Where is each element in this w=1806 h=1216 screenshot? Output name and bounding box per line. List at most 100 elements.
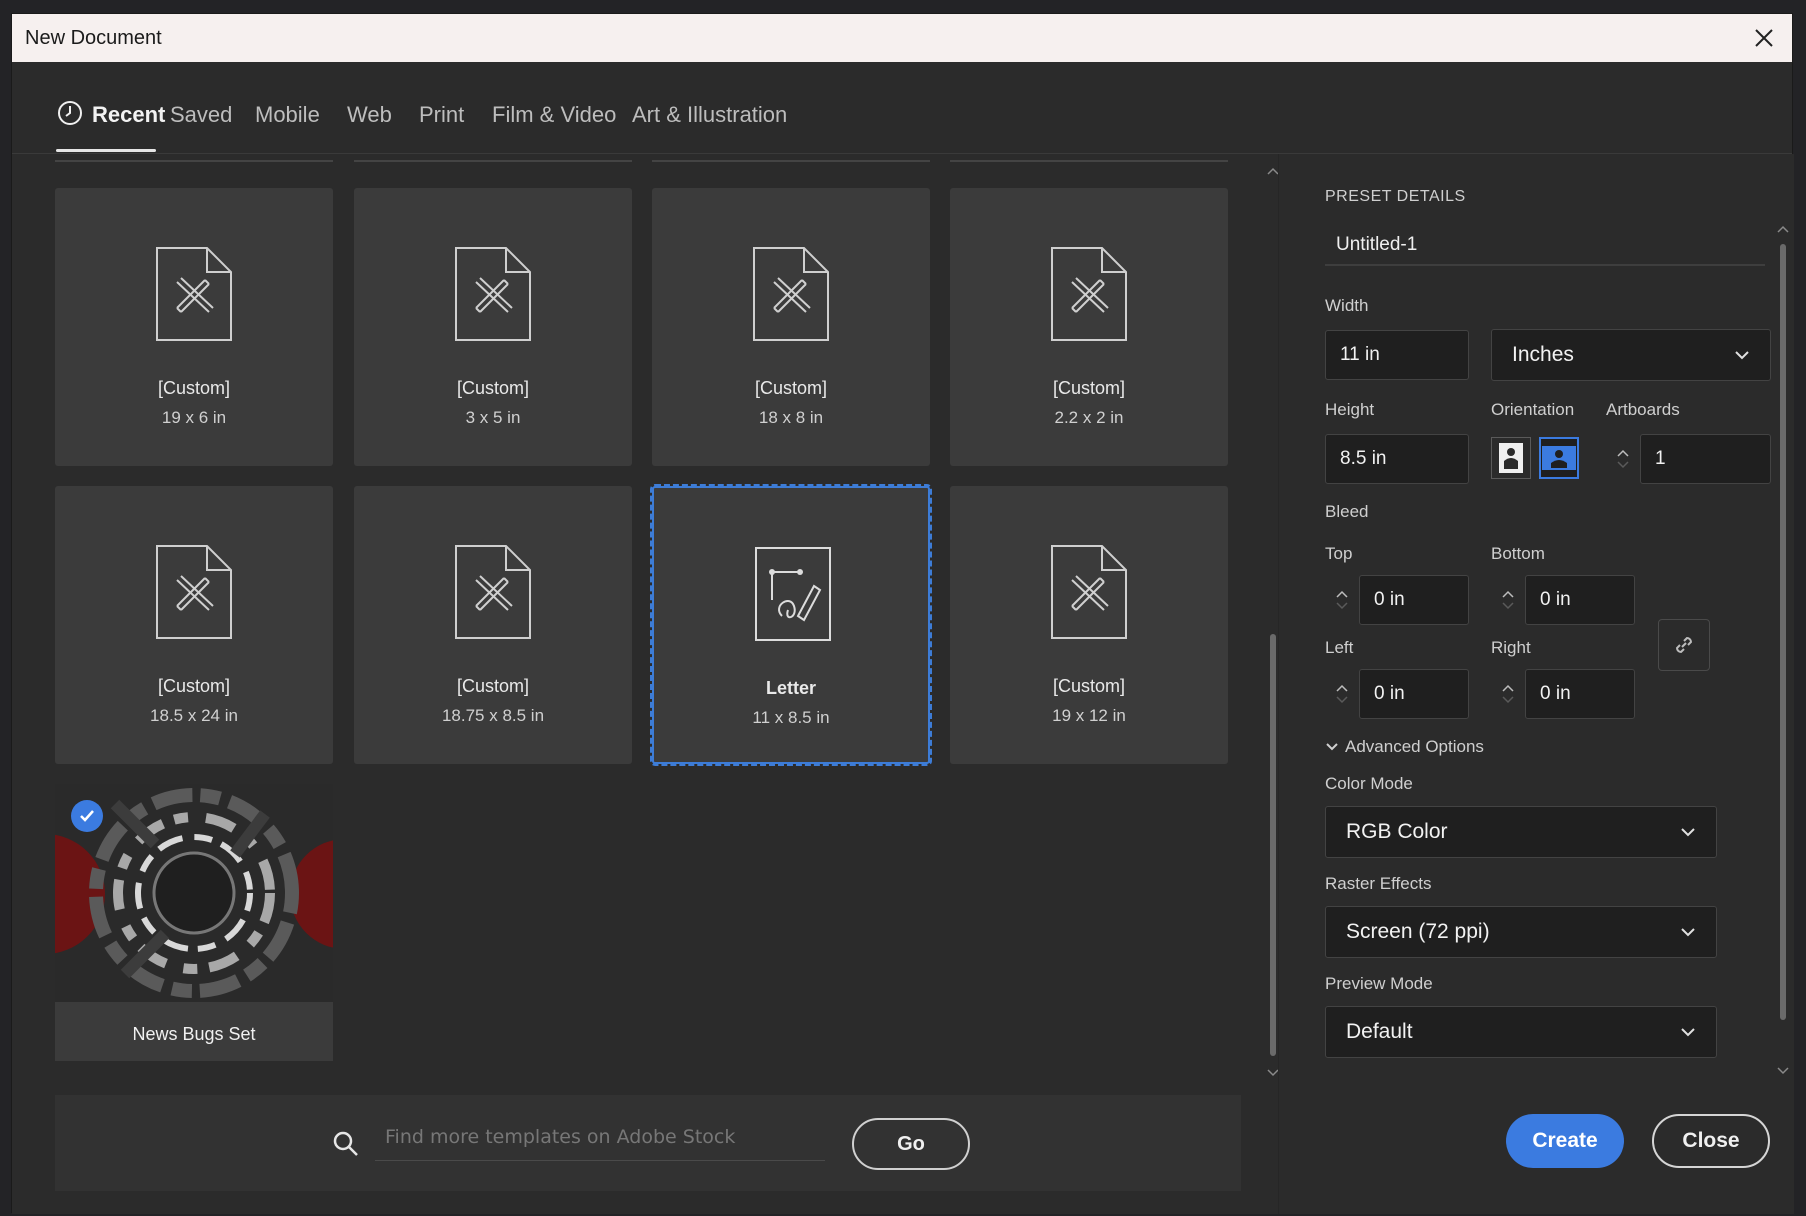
tab-print[interactable]: Print (419, 102, 464, 128)
preset-name: [Custom] (157, 676, 231, 696)
app-frame: New Document Recent Saved Mobile Web Pri… (0, 0, 1806, 1216)
bleed-top-stepper[interactable] (1325, 575, 1359, 625)
preview-mode-value: Default (1346, 1020, 1413, 1043)
bleed-label: Bleed (1325, 502, 1369, 521)
bleed-left-stepper[interactable] (1325, 669, 1359, 719)
units-value: Inches (1512, 343, 1574, 366)
bleed-left-field[interactable]: 0 in (1359, 669, 1469, 719)
title-bar: New Document (12, 14, 1792, 62)
bleed-bottom-field[interactable]: 0 in (1525, 575, 1635, 625)
chevron-down-icon (1502, 696, 1514, 704)
preset-gallery: [Custom] 19 x 6 in [Custom] 3 x 5 in [Cu… (12, 154, 1279, 1214)
chevron-up-icon (1617, 449, 1629, 457)
row-divider (950, 160, 1228, 162)
document-pen-icon (755, 547, 831, 641)
preset-card[interactable]: [Custom] 18 x 8 in (652, 188, 930, 466)
tab-recent[interactable]: Recent (92, 102, 165, 128)
chevron-down-icon (1681, 928, 1695, 937)
document-ruler-pencil-icon (1051, 545, 1127, 639)
stock-search-bar: Go (55, 1095, 1241, 1191)
close-window-icon[interactable] (1746, 20, 1782, 56)
preset-name: [Custom] (456, 378, 530, 398)
preset-card-letter[interactable]: Letter 11 x 8.5 in (650, 484, 932, 766)
raster-effects-value: Screen (72 ppi) (1346, 920, 1490, 943)
row-divider (55, 160, 333, 162)
portrait-orientation-button[interactable] (1491, 437, 1531, 479)
height-field[interactable]: 8.5 in (1325, 434, 1469, 484)
chevron-down-icon (1617, 461, 1629, 469)
link-bleed-icon[interactable] (1658, 619, 1710, 671)
document-ruler-pencil-icon (455, 545, 531, 639)
preset-size: 3 x 5 in (465, 408, 521, 427)
color-mode-value: RGB Color (1346, 820, 1448, 843)
chevron-down-icon (1326, 743, 1338, 751)
document-name-field[interactable]: Untitled-1 (1325, 220, 1765, 266)
preset-name: [Custom] (456, 676, 530, 696)
tab-saved[interactable]: Saved (170, 102, 232, 128)
bleed-top-label: Top (1325, 544, 1353, 563)
document-ruler-pencil-icon (156, 545, 232, 639)
preset-card[interactable]: [Custom] 18.5 x 24 in (55, 486, 333, 764)
orientation-label: Orientation (1491, 400, 1575, 419)
checkmark-icon (71, 800, 103, 832)
color-mode-select[interactable]: RGB Color (1325, 806, 1717, 858)
row-divider (652, 160, 930, 162)
tab-mobile[interactable]: Mobile (255, 102, 320, 128)
width-field[interactable]: 11 in (1325, 330, 1469, 380)
document-ruler-pencil-icon (1051, 247, 1127, 341)
preset-name: Letter (765, 678, 816, 698)
search-icon (332, 1130, 360, 1163)
landscape-orientation-button[interactable] (1539, 437, 1579, 479)
units-select[interactable]: Inches (1491, 329, 1771, 381)
bleed-bottom-stepper[interactable] (1491, 575, 1525, 625)
artboards-field[interactable]: 1 (1640, 434, 1771, 484)
preset-card[interactable]: [Custom] 19 x 12 in (950, 486, 1228, 764)
preset-name: [Custom] (1052, 378, 1126, 398)
document-ruler-pencil-icon (753, 247, 829, 341)
chevron-down-icon (1502, 602, 1514, 610)
bleed-right-field[interactable]: 0 in (1525, 669, 1635, 719)
landscape-icon (1542, 446, 1576, 470)
preview-mode-select[interactable]: Default (1325, 1006, 1717, 1058)
preset-card[interactable]: [Custom] 18.75 x 8.5 in (354, 486, 632, 764)
preset-size: 18.75 x 8.5 in (441, 706, 545, 725)
go-button[interactable]: Go (852, 1118, 970, 1170)
category-tabs: Recent Saved Mobile Web Print Film & Vid… (12, 62, 1792, 154)
stock-search-input[interactable] (375, 1113, 825, 1161)
bleed-top-field[interactable]: 0 in (1359, 575, 1469, 625)
artboards-stepper[interactable] (1606, 434, 1640, 484)
bleed-bottom-label: Bottom (1491, 544, 1545, 563)
preset-size: 18 x 8 in (758, 408, 824, 427)
chevron-up-icon (1502, 590, 1514, 598)
chevron-up-icon (1336, 590, 1348, 598)
portrait-icon (1499, 443, 1523, 473)
active-tab-indicator (56, 149, 156, 152)
preset-name: [Custom] (754, 378, 828, 398)
chevron-down-icon (1336, 696, 1348, 704)
tab-web[interactable]: Web (347, 102, 392, 128)
preset-card[interactable]: [Custom] 3 x 5 in (354, 188, 632, 466)
preset-card[interactable]: [Custom] 19 x 6 in (55, 188, 333, 466)
chevron-down-icon (1681, 1028, 1695, 1037)
chevron-down-icon (1735, 351, 1749, 360)
preset-details-panel: PRESET DETAILS Untitled-1 Width 11 in In… (1278, 154, 1794, 1214)
bleed-left-label: Left (1325, 638, 1354, 657)
template-card[interactable]: News Bugs Set (55, 784, 333, 1061)
close-button[interactable]: Close (1652, 1114, 1770, 1168)
preset-card[interactable]: [Custom] 2.2 x 2 in (950, 188, 1228, 466)
tab-film-video[interactable]: Film & Video (492, 102, 616, 128)
tab-art-illustration[interactable]: Art & Illustration (632, 102, 787, 128)
artboards-label: Artboards (1606, 400, 1680, 419)
preview-mode-label: Preview Mode (1325, 974, 1433, 993)
chevron-up-icon (1336, 684, 1348, 692)
raster-effects-select[interactable]: Screen (72 ppi) (1325, 906, 1717, 958)
bleed-right-stepper[interactable] (1491, 669, 1525, 719)
preset-size: 2.2 x 2 in (1054, 408, 1124, 427)
document-ruler-pencil-icon (455, 247, 531, 341)
advanced-options-toggle[interactable]: Advanced Options (1325, 737, 1484, 757)
details-scrollbar[interactable] (1775, 222, 1791, 1082)
dialog-title: New Document (25, 27, 162, 49)
preset-details-heading: PRESET DETAILS (1325, 188, 1466, 205)
row-divider (354, 160, 632, 162)
create-button[interactable]: Create (1506, 1114, 1624, 1168)
